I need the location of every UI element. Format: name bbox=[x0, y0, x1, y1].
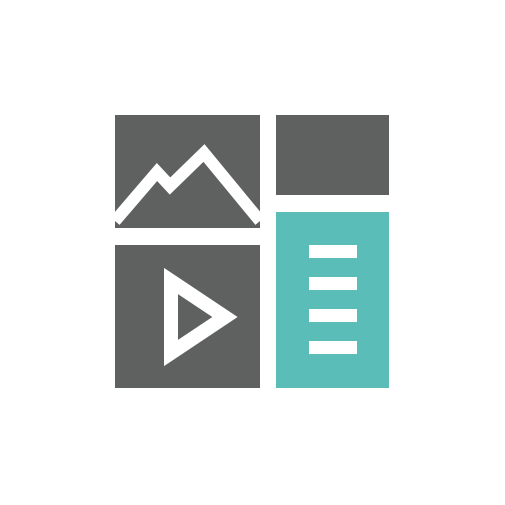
document-tile-background bbox=[276, 212, 389, 388]
app-logo-canvas bbox=[0, 0, 505, 505]
blank-tile bbox=[276, 115, 389, 195]
list-line bbox=[309, 309, 357, 322]
list-line bbox=[309, 245, 357, 258]
list-line bbox=[309, 277, 357, 290]
document-tile bbox=[276, 212, 389, 388]
list-line bbox=[309, 341, 357, 354]
video-tile-background bbox=[115, 245, 260, 388]
video-tile bbox=[115, 245, 260, 388]
image-tile bbox=[110, 115, 265, 228]
media-content-grid-logo bbox=[110, 115, 389, 388]
